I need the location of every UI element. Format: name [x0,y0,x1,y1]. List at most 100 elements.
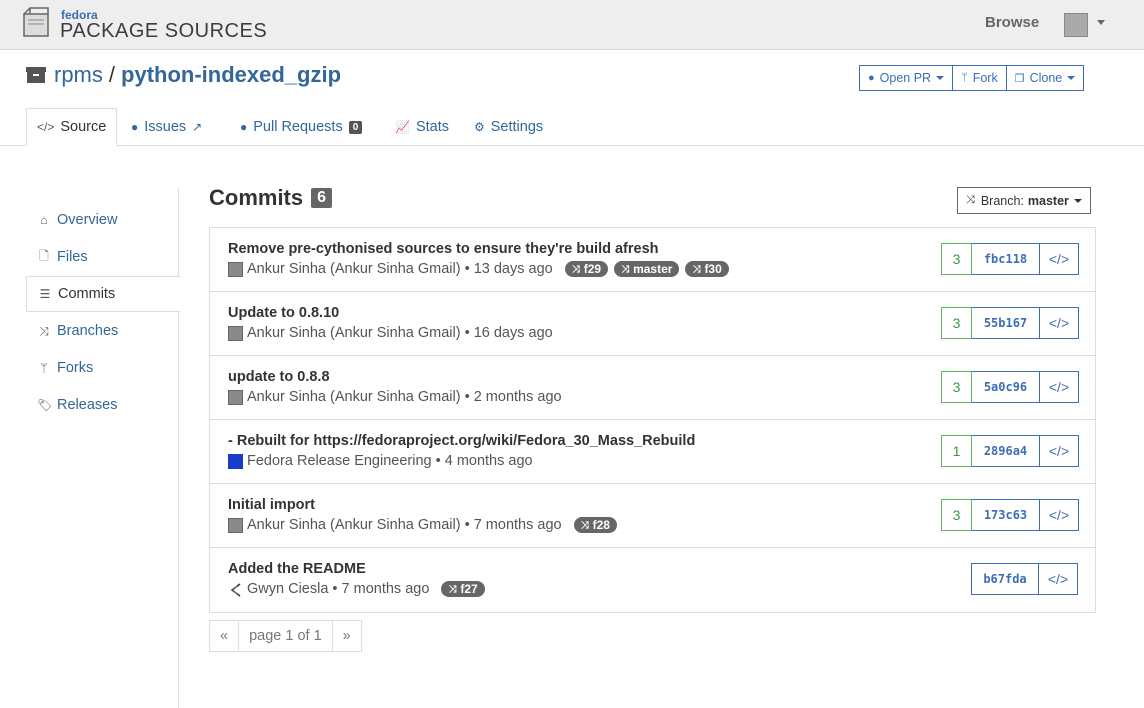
commit-actions: 3 55b167 </> [941,307,1079,339]
branch-tag[interactable]: ⤨ f30 [685,261,729,277]
random-icon: ⤨ [571,263,580,275]
branch-tag[interactable]: ⤨ f27 [441,581,485,597]
tags-icon: 🏷 [37,398,53,412]
branch-tag[interactable]: ⤨ master [614,261,680,277]
fork-button[interactable]: ᛘ Fork [953,65,1007,91]
commit-hash-button[interactable]: 55b167 [972,307,1040,339]
file-code-icon[interactable]: </> [1039,563,1078,595]
clone-button[interactable]: ❐ Clone [1006,65,1085,91]
sidebar-item-forks[interactable]: ᛘ Forks [26,350,179,386]
sidebar-item-label: Commits [58,286,116,302]
commit-meta: Ankur Sinha (Ankur Sinha Gmail) • 2 mont… [228,389,562,405]
tab-pull-requests[interactable]: ● Pull Requests 0 [240,108,363,146]
commit-files-count[interactable]: 1 [941,435,972,467]
branch-selector-button[interactable]: ⤨ Branch: master [957,187,1091,214]
file-code-icon[interactable]: </> [1040,371,1079,403]
commit-row: - Rebuilt for https://fedoraproject.org/… [210,420,1095,484]
commit-hash-button[interactable]: b67fda [971,563,1039,595]
external-link-icon: ↗ [192,120,203,134]
tab-issues[interactable]: ● Issues ↗ [131,108,202,146]
commit-meta: Fedora Release Engineering • 4 months ag… [228,453,533,469]
commit-message-link[interactable]: Initial import [228,497,315,513]
pagination-next-button[interactable]: » [332,620,362,652]
sidebar-item-releases[interactable]: 🏷 Releases [26,387,179,423]
commit-files-count[interactable]: 3 [941,499,972,531]
tab-stats[interactable]: 📈 Stats [395,108,449,146]
file-code-icon[interactable]: </> [1040,435,1079,467]
commit-date: • 7 months ago [464,517,562,533]
commit-files-count[interactable]: 3 [941,243,972,275]
random-icon: ⤨ [448,583,457,595]
arrow-circle-down-icon: ● [240,120,248,134]
commit-author: Ankur Sinha (Ankur Sinha Gmail) [247,261,461,277]
branch-tag-label: master [633,262,673,276]
commit-hash-button[interactable]: 2896a4 [972,435,1040,467]
avatar [228,261,243,277]
user-menu-caret-icon[interactable] [1097,20,1105,25]
commit-list: Remove pre-cythonised sources to ensure … [209,227,1096,613]
file-code-icon[interactable]: </> [1040,243,1079,275]
repo-header: rpms / python-indexed_gzip [26,62,341,88]
site-logo[interactable]: fedora PACKAGE SOURCES [22,6,267,42]
commit-message-link[interactable]: Added the README [228,561,366,577]
random-icon: ⤨ [580,519,589,531]
commit-files-count[interactable]: 3 [941,371,972,403]
commit-hash-button[interactable]: fbc118 [972,243,1040,275]
sidebar-item-overview[interactable]: ⌂ Overview [26,202,179,238]
repo-name-link[interactable]: python-indexed_gzip [121,62,341,88]
open-pr-button[interactable]: ● Open PR [859,65,954,91]
branch-name: master [1027,193,1069,208]
commit-message-link[interactable]: Remove pre-cythonised sources to ensure … [228,241,659,257]
branch-tag[interactable]: ⤨ f29 [564,261,609,277]
commit-message-link[interactable]: Update to 0.8.10 [228,305,339,321]
tab-settings[interactable]: ⚙ Settings [474,108,543,146]
file-code-icon[interactable]: </> [1040,307,1079,339]
list-alt-icon: ☰ [39,287,51,301]
sidebar-item-label: Files [57,249,88,265]
line-chart-icon: 📈 [395,120,410,134]
commit-meta: Gwyn Ciesla • 7 months ago ⤨ f27 [228,581,485,597]
branch-tag[interactable]: ⤨ f28 [573,517,617,533]
random-icon: ⤨ [39,323,49,338]
commit-hash-button[interactable]: 173c63 [972,499,1040,531]
commit-date: • 2 months ago [464,389,562,405]
file-code-icon: 🗋 [39,248,49,263]
clone-label: Clone [1029,71,1063,85]
commit-meta: Ankur Sinha (Ankur Sinha Gmail) • 13 day… [228,261,729,277]
sidebar-item-files[interactable]: 🗋 Files [26,239,179,275]
random-icon: ⤨ [692,263,701,275]
pagination-prev-button[interactable]: « [209,620,240,652]
commit-date: • 16 days ago [464,325,553,341]
commit-message-link[interactable]: update to 0.8.8 [228,369,330,385]
file-code-icon[interactable]: </> [1040,499,1079,531]
top-navbar: fedora PACKAGE SOURCES Browse [0,0,1144,50]
branch-tag-label: f28 [592,518,610,532]
open-pr-label: Open PR [879,71,932,85]
copy-icon: ❐ [1014,72,1025,85]
branch-tag-label: f29 [583,262,602,276]
commits-header: Commits 6 [209,185,333,211]
commit-row: Remove pre-cythonised sources to ensure … [210,228,1095,292]
commit-meta: Ankur Sinha (Ankur Sinha Gmail) • 16 day… [228,325,553,341]
commits-count-badge: 6 [311,188,333,208]
commit-actions: 3 173c63 </> [941,499,1079,531]
pagination-label: page 1 of 1 [239,620,333,652]
sidebar-item-label: Branches [57,323,119,339]
sidebar-item-branches[interactable]: ⤨ Branches [26,313,179,349]
commit-actions: 3 5a0c96 </> [941,371,1079,403]
commit-message-link[interactable]: - Rebuilt for https://fedoraproject.org/… [228,433,695,449]
commit-author: Gwyn Ciesla [247,581,329,597]
commit-actions: b67fda </> [971,563,1078,595]
browse-link[interactable]: Browse [985,14,1039,31]
commit-row: update to 0.8.8 Ankur Sinha (Ankur Sinha… [210,356,1095,420]
tab-source[interactable]: </> Source [26,108,118,146]
commit-meta: Ankur Sinha (Ankur Sinha Gmail) • 7 mont… [228,517,617,533]
sidebar-item-commits[interactable]: ☰ Commits [26,276,180,312]
logo-title: PACKAGE SOURCES [60,20,268,42]
user-avatar[interactable] [1064,13,1088,37]
commit-hash-button[interactable]: 5a0c96 [972,371,1040,403]
pagination: « page 1 of 1 » [209,620,362,652]
commit-author: Ankur Sinha (Ankur Sinha Gmail) [247,325,461,341]
repo-namespace-link[interactable]: rpms [54,62,103,88]
commit-files-count[interactable]: 3 [941,307,972,339]
